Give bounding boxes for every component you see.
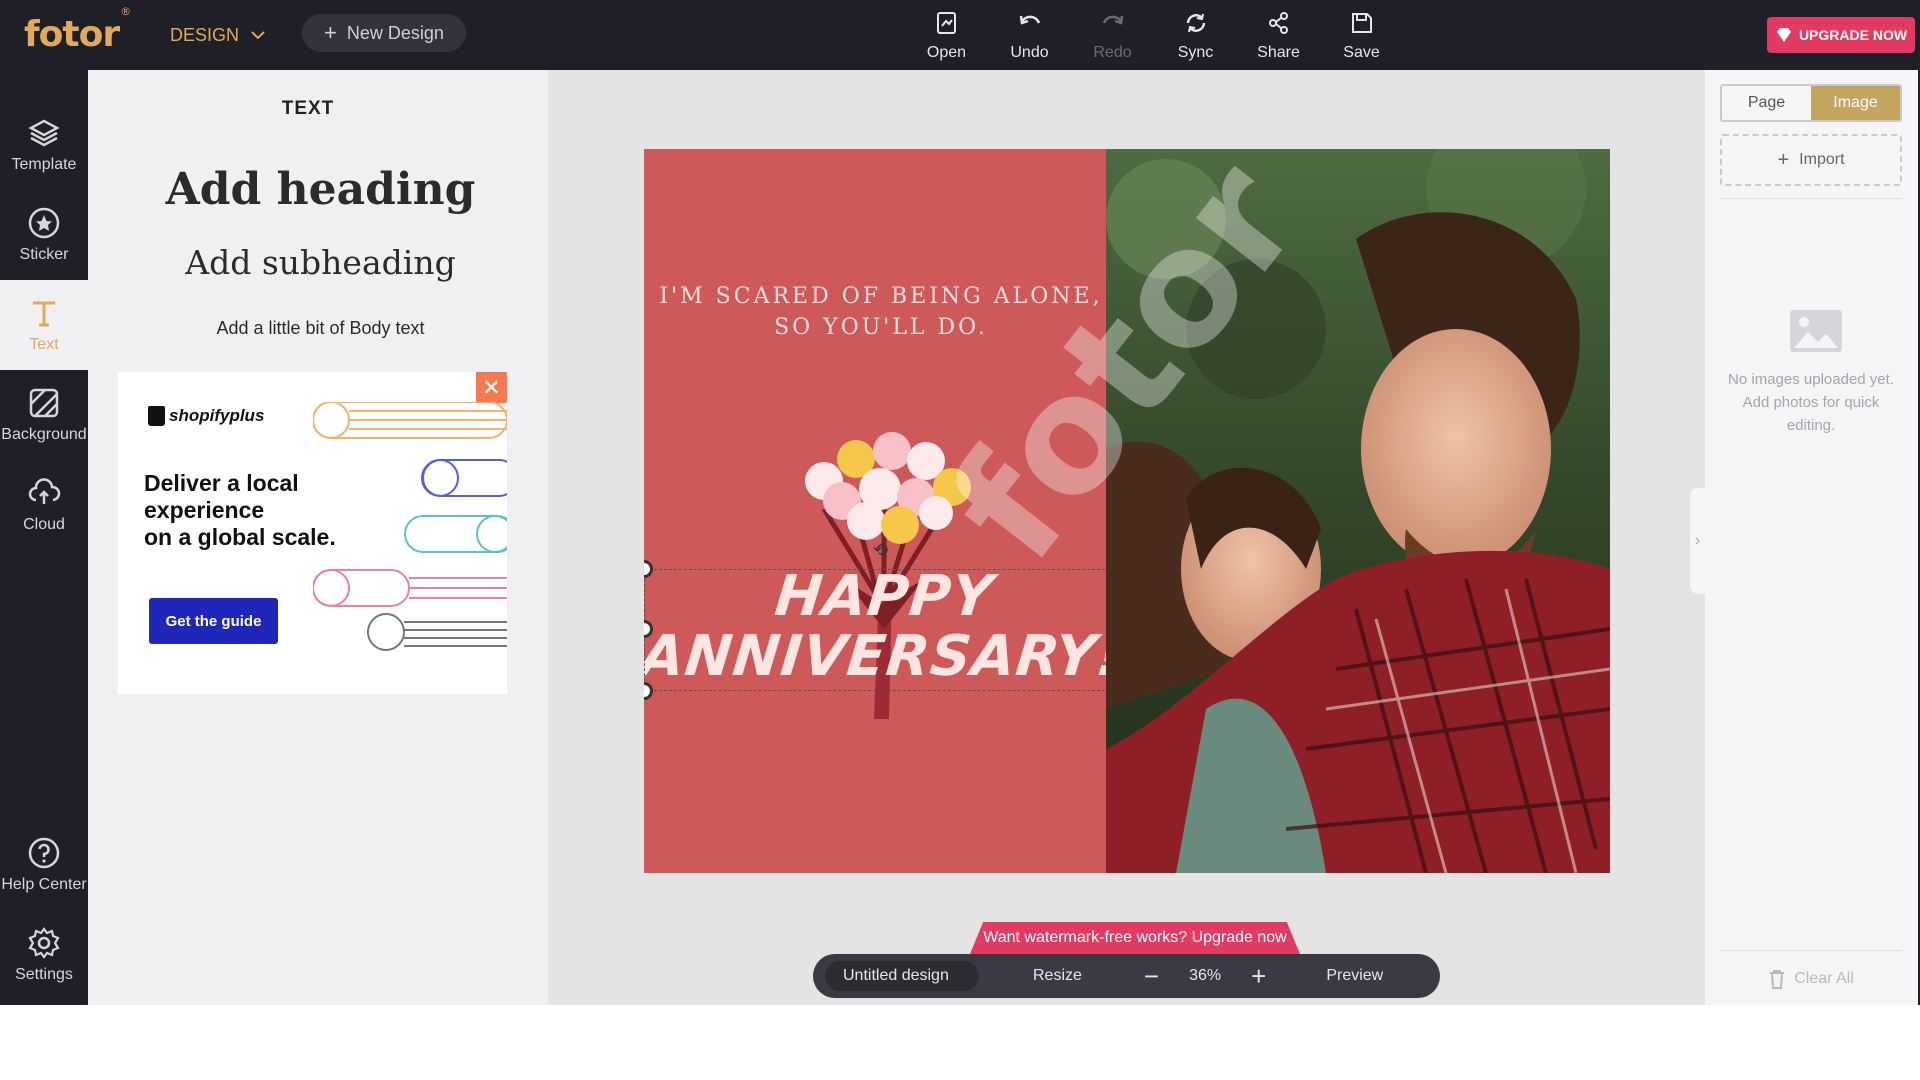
add-heading-button[interactable]: Add heading [88, 164, 553, 215]
resize-handle[interactable] [644, 620, 653, 638]
design-menu[interactable]: DESIGN [170, 20, 265, 50]
zoom-out-button[interactable]: − [1144, 961, 1159, 992]
upgrade-now-button[interactable]: UPGRADE NOW [1767, 17, 1915, 53]
add-subheading-button[interactable]: Add subheading [88, 243, 553, 282]
resize-button[interactable]: Resize [1033, 967, 1082, 985]
rotate-icon[interactable]: ⟲ [873, 540, 888, 561]
chevron-right-icon: › [1694, 532, 1701, 549]
right-panel: Page Image + Import No images uploaded y… [1705, 70, 1920, 1005]
plus-icon: + [324, 20, 337, 45]
redo-button[interactable]: Redo [1071, 10, 1154, 62]
open-button[interactable]: Open [905, 10, 988, 62]
document-name-field[interactable]: Untitled design [825, 961, 979, 991]
sync-button[interactable]: Sync [1154, 10, 1237, 62]
fotor-logo[interactable]: fotor® [24, 5, 131, 55]
page-image-toggle: Page Image [1720, 84, 1902, 122]
share-button[interactable]: Share [1237, 10, 1320, 62]
text-panel: TEXT Add heading Add subheading Add a li… [88, 70, 548, 1005]
gear-icon [28, 927, 60, 959]
rail-item-template[interactable]: Template [0, 100, 88, 190]
new-design-button[interactable]: + New Design [302, 14, 466, 52]
image-placeholder-icon [1790, 310, 1842, 352]
layers-icon [28, 119, 60, 147]
divider [1720, 198, 1902, 199]
advertisement[interactable]: ✕ shopifyplus Deliver a local experience… [118, 372, 507, 694]
fotor-app: fotor® DESIGN + New Design Open Undo Red… [0, 0, 1920, 1005]
divider [1720, 950, 1902, 951]
undo-label: Undo [1010, 44, 1049, 61]
design-canvas[interactable]: I'M SCARED OF BEING ALONE, SO YOU'LL DO. [644, 149, 1610, 873]
rail-label-sticker: Sticker [19, 246, 69, 263]
save-button[interactable]: Save [1320, 10, 1403, 62]
ad-brand: shopifyplus [148, 406, 264, 426]
toolbar: Open Undo Redo Sync Share Save [905, 10, 1403, 62]
add-body-text-button[interactable]: Add a little bit of Body text [88, 318, 553, 339]
canvas-area: I'M SCARED OF BEING ALONE, SO YOU'LL DO. [548, 70, 1705, 1005]
rail-item-help-center[interactable]: Help Center [0, 820, 88, 910]
watermark-upgrade-banner[interactable]: Want watermark-free works? Upgrade now [970, 922, 1300, 954]
tab-image[interactable]: Image [1811, 86, 1900, 120]
zoom-level: 36% [1189, 967, 1222, 984]
save-label: Save [1343, 44, 1380, 61]
rail-item-settings[interactable]: Settings [0, 910, 88, 1000]
open-label: Open [926, 44, 967, 61]
rail-label-template: Template [11, 156, 77, 173]
rail-item-text[interactable]: Text [0, 280, 88, 370]
rail-label-text: Text [29, 336, 59, 353]
rail-label-background: Background [1, 426, 87, 443]
sync-label: Sync [1177, 44, 1214, 61]
diamond-icon [1776, 28, 1791, 42]
undo-icon [1019, 15, 1040, 25]
open-icon [936, 12, 956, 34]
resize-handle[interactable] [644, 560, 653, 578]
upgrade-label: UPGRADE NOW [1798, 27, 1908, 43]
rail-label-settings: Settings [15, 966, 73, 983]
collapse-right-panel-button[interactable]: › [1690, 488, 1705, 594]
selection-box[interactable]: ⟲ [644, 540, 1129, 700]
rail-item-sticker[interactable]: Sticker [0, 190, 88, 280]
zoom-in-button[interactable]: + [1251, 961, 1266, 992]
chevron-down-icon [251, 31, 265, 40]
design-menu-label: DESIGN [170, 24, 240, 45]
clear-all-button[interactable]: Clear All [1720, 964, 1902, 994]
share-label: Share [1257, 44, 1300, 61]
resize-handle[interactable] [644, 682, 653, 700]
top-bar: fotor® DESIGN + New Design Open Undo Red… [0, 0, 1920, 70]
cloud-upload-icon [28, 478, 61, 504]
redo-label: Redo [1093, 44, 1132, 61]
preview-button[interactable]: Preview [1326, 967, 1383, 985]
import-label: Import [1799, 151, 1845, 168]
bottom-bar: Untitled design Resize − 36% + Preview [813, 954, 1440, 998]
ad-get-guide-button[interactable]: Get the guide [149, 598, 278, 644]
close-ad-button[interactable]: ✕ [476, 372, 507, 403]
plus-icon: + [1777, 148, 1790, 171]
panel-title: TEXT [281, 98, 335, 119]
star-circle-icon [28, 207, 60, 239]
help-icon [28, 837, 60, 869]
new-design-label: New Design [346, 22, 444, 43]
trash-icon [1770, 970, 1785, 989]
shopify-bag-icon [148, 406, 165, 426]
save-icon [1351, 13, 1372, 33]
share-icon [1268, 12, 1288, 34]
background-icon [29, 388, 59, 418]
ad-brand-label: shopifyplus [169, 406, 265, 425]
text-icon [33, 301, 55, 327]
tab-page[interactable]: Page [1722, 86, 1811, 120]
rail-label-help-center: Help Center [1, 876, 87, 893]
clear-all-label: Clear All [1794, 970, 1854, 987]
left-rail: Template Sticker Text Background Cloud H… [0, 70, 88, 1005]
ad-pill-illustration [313, 402, 507, 651]
redo-icon [1102, 15, 1123, 25]
rail-item-background[interactable]: Background [0, 370, 88, 460]
undo-button[interactable]: Undo [988, 10, 1071, 62]
rail-label-cloud: Cloud [23, 516, 65, 533]
empty-uploads-message: No images uploaded yet. Add photos for q… [1728, 371, 1894, 434]
rail-item-cloud[interactable]: Cloud [0, 460, 88, 550]
sync-icon [1186, 13, 1205, 33]
import-button[interactable]: + Import [1720, 134, 1902, 186]
